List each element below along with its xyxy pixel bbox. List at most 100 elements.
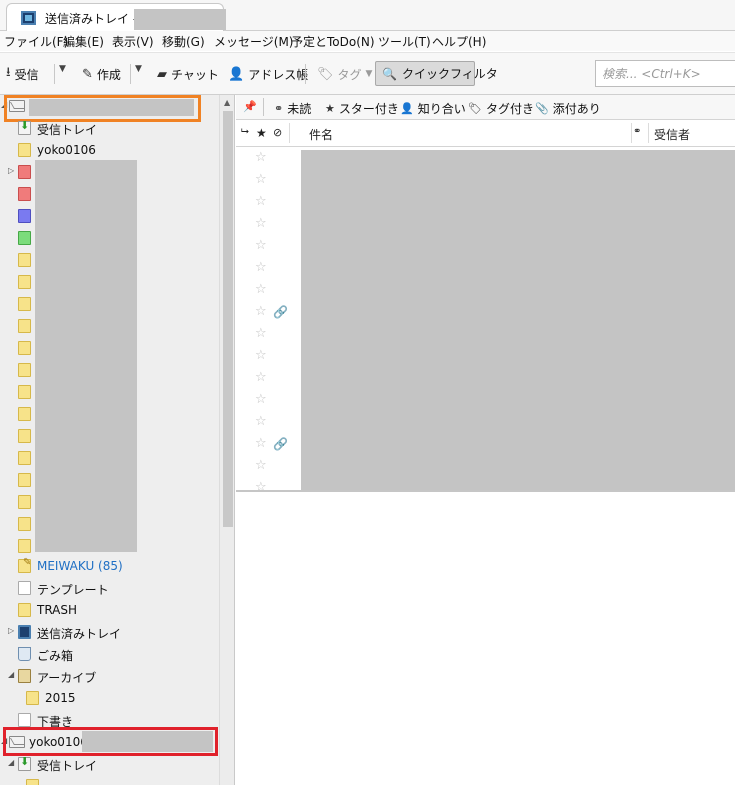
star-icon[interactable]: ☆ — [255, 414, 267, 429]
menu-help[interactable]: ヘルプ(H) — [432, 33, 486, 50]
folder-label: 2015 — [45, 691, 76, 705]
star-icon[interactable]: ☆ — [255, 216, 267, 231]
expand-arrow-icon[interactable]: ▷ — [8, 166, 14, 175]
quick-filter-bar: 📌 ⚭ 未読 ★ スター付き 👤 知り合い 🏷 タグ付き 📎 添付あり — [236, 95, 735, 120]
folder-item[interactable] — [0, 775, 218, 785]
folder-icon — [18, 341, 31, 355]
scroll-up-icon[interactable]: ▲ — [224, 98, 230, 107]
attachment-column-icon[interactable]: ⊘ — [273, 126, 282, 139]
tag-icon: 🏷 — [317, 66, 334, 82]
star-icon[interactable]: ☆ — [255, 194, 267, 209]
folder-icon — [26, 691, 39, 705]
folder-archive-2015[interactable]: 2015 — [0, 687, 218, 709]
write-dropdown[interactable]: ▼ — [135, 64, 142, 74]
filter-starred-button[interactable]: ★ スター付き — [325, 100, 399, 117]
menu-tools[interactable]: ツール(T) — [378, 33, 431, 50]
menu-go[interactable]: 移動(G) — [162, 33, 205, 50]
thread-column-icon[interactable]: ⮡ — [241, 126, 249, 137]
star-icon[interactable]: ☆ — [255, 348, 267, 363]
filter-contacts-label: 知り合い — [417, 102, 466, 116]
thread-column-header: ⮡ ★ ⊘ 件名 ⚭ 受信者 — [236, 121, 735, 147]
star-icon[interactable]: ☆ — [255, 370, 267, 385]
folder-label: テンプレート — [37, 583, 109, 597]
tab-title: 送信済みトレイ - — [45, 12, 138, 26]
filter-attachment-button[interactable]: 📎 添付あり — [535, 100, 601, 117]
filter-unread-button[interactable]: ⚭ 未読 — [274, 100, 311, 117]
folder-label: 受信トレイ — [37, 123, 98, 137]
folder-trash[interactable]: ごみ箱 — [0, 643, 218, 665]
star-icon[interactable]: ☆ — [255, 436, 267, 451]
folder-inbox[interactable]: 受信トレイ — [0, 117, 218, 139]
search-box — [595, 60, 735, 87]
folder-pane: ◢ 受信トレイ yoko0106 ▷ MEIWAKU (85) テンプレート — [0, 95, 235, 785]
tab-sent-folder[interactable]: 送信済みトレイ - — [6, 3, 226, 32]
quick-filter-button[interactable]: 🔍 クイックフィルタ — [375, 61, 498, 86]
star-icon[interactable]: ☆ — [255, 304, 267, 319]
folder-icon — [18, 209, 31, 223]
menu-file[interactable]: ファイル(F) — [4, 33, 68, 50]
download-icon: ⭳ — [6, 65, 11, 80]
main-toolbar: ⭳ 受信 ▼ ✎ 作成 ▼ ▰ チャット 👤 アドレス帳 🏷 タグ ▼ 🔍 クイ… — [0, 52, 735, 95]
star-icon[interactable]: ☆ — [255, 150, 267, 165]
recipient-column-header[interactable]: 受信者 — [654, 126, 690, 143]
menu-edit[interactable]: 編集(E) — [63, 33, 104, 50]
folder-archive[interactable]: ◢ アーカイブ — [0, 665, 218, 687]
archive-icon — [18, 669, 31, 683]
read-status-column-icon[interactable]: ⚭ — [633, 126, 641, 137]
star-icon[interactable]: ☆ — [255, 238, 267, 253]
sticky-pin-button[interactable]: 📌 — [243, 100, 257, 113]
starred-column-icon[interactable]: ★ — [256, 126, 267, 140]
inbox-icon — [18, 119, 31, 135]
folder-icon — [18, 319, 31, 333]
star-icon[interactable]: ☆ — [255, 172, 267, 187]
star-icon: ★ — [325, 102, 335, 115]
person-icon: 👤 — [228, 66, 245, 82]
sent-folder-icon — [18, 625, 31, 639]
collapse-arrow-icon[interactable]: ◢ — [8, 670, 14, 679]
tag-icon: 🏷 — [468, 102, 482, 115]
tag-button[interactable]: 🏷 タグ ▼ — [317, 64, 372, 84]
tag-label: タグ — [337, 67, 362, 82]
folder-icon — [18, 297, 31, 311]
folder-icon — [18, 187, 31, 201]
template-icon — [18, 581, 31, 595]
filter-starred-label: スター付き — [338, 102, 399, 116]
folder-trash-en[interactable]: TRASH — [0, 599, 218, 621]
folder-yoko0106[interactable]: yoko0106 — [0, 139, 218, 161]
menu-message[interactable]: メッセージ(M) — [214, 33, 293, 50]
star-icon[interactable]: ☆ — [255, 480, 267, 490]
filter-contacts-button[interactable]: 👤 知り合い — [400, 100, 466, 117]
star-icon[interactable]: ☆ — [255, 260, 267, 275]
get-mail-label: 受信 — [14, 67, 39, 82]
address-book-button[interactable]: 👤 アドレス帳 — [228, 64, 308, 84]
pin-icon: 📌 — [243, 100, 257, 113]
expand-arrow-icon[interactable]: ▷ — [8, 626, 14, 635]
menu-events-tasks[interactable]: 予定とToDo(N) — [291, 33, 375, 50]
subject-column-header[interactable]: 件名 — [309, 126, 333, 143]
star-icon[interactable]: ☆ — [255, 458, 267, 473]
folder-icon — [18, 407, 31, 421]
scrollbar-thumb[interactable] — [223, 111, 233, 527]
folder-templates[interactable]: テンプレート — [0, 577, 218, 599]
folder-meiwaku[interactable]: MEIWAKU (85) — [0, 555, 218, 577]
star-icon[interactable]: ☆ — [255, 326, 267, 341]
folder-icon — [18, 539, 31, 553]
folder-scrollbar[interactable]: ▲ — [219, 95, 234, 785]
star-icon[interactable]: ☆ — [255, 282, 267, 297]
get-mail-button[interactable]: ⭳ 受信 — [6, 64, 39, 84]
filter-tagged-button[interactable]: 🏷 タグ付き — [468, 100, 534, 117]
menu-view[interactable]: 表示(V) — [112, 33, 154, 50]
person-icon: 👤 — [400, 102, 414, 115]
folder-icon — [18, 165, 31, 179]
collapse-arrow-icon[interactable]: ◢ — [8, 758, 14, 767]
search-input[interactable] — [602, 66, 732, 81]
folder-sent[interactable]: ▷ 送信済みトレイ — [0, 621, 218, 643]
chat-button[interactable]: ▰ チャット — [157, 64, 219, 84]
folder-icon — [18, 385, 31, 399]
write-button[interactable]: ✎ 作成 — [82, 64, 121, 84]
folder-inbox[interactable]: ◢ 受信トレイ — [0, 753, 218, 775]
get-mail-dropdown[interactable]: ▼ — [59, 64, 66, 74]
star-icon[interactable]: ☆ — [255, 392, 267, 407]
chat-label: チャット — [171, 67, 219, 82]
menu-bar: ファイル(F) 編集(E) 表示(V) 移動(G) メッセージ(M) 予定とTo… — [0, 31, 735, 51]
